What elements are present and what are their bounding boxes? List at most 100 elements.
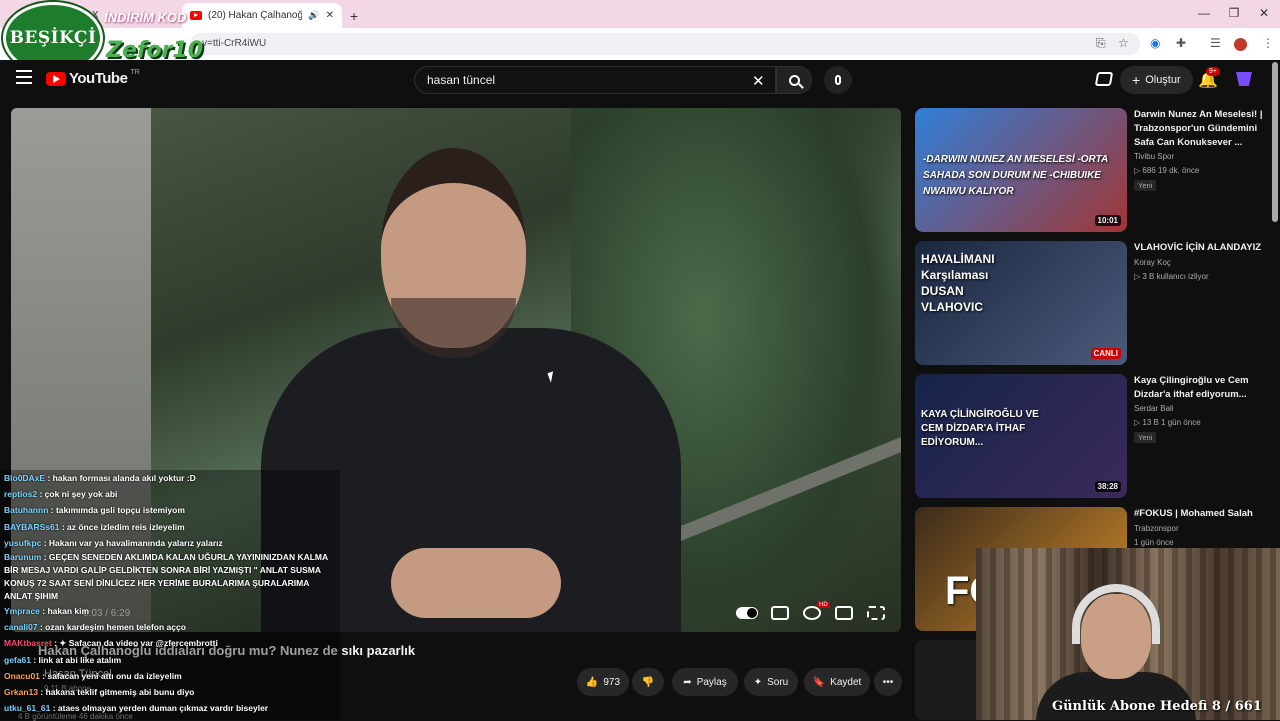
country-code: TR [130, 69, 140, 76]
close-window-icon[interactable]: ✕ [1254, 6, 1274, 20]
fullscreen-icon[interactable] [867, 606, 885, 620]
youtube-header: YouTube TR ✕ + Oluştur 🔔 9+ [0, 60, 1270, 100]
recommendation-item[interactable]: KAYA ÇİLİNGİROĞLU VE CEM DİZDAR'A İTHAF … [913, 374, 1273, 500]
chat-message: yusufkpc : Hakanı var ya havalimanında y… [4, 537, 223, 548]
new-badge: Yeni [1134, 432, 1157, 443]
recommendation-channel[interactable]: Serdar Bali [1134, 404, 1174, 413]
create-button[interactable]: + Oluştur [1120, 66, 1193, 94]
new-badge: Yeni [1134, 180, 1157, 191]
url-text: v=tti-CrR4iWU [202, 38, 267, 49]
chat-message: MAKtbasret : ✦ Safacan da video var @zfe… [4, 638, 218, 649]
voice-search-button[interactable] [824, 66, 852, 94]
recommendation-title[interactable]: VLAHOVİC İÇİN ALANDAYIZ [1134, 241, 1264, 255]
save-label: Kaydet [830, 676, 862, 688]
thumbnail-caption: HAVALİMANI Karşılaması DUSAN VLAHOVIC [921, 252, 995, 314]
recommendation-meta: ▷ 686 19 dk. önce [1134, 166, 1200, 175]
autoplay-toggle[interactable] [736, 607, 758, 619]
like-button[interactable]: 👍 973 [577, 668, 629, 696]
chat-message: Blo0DAxE : hakan forması alanda akıl yok… [4, 473, 196, 483]
share-arrow-icon: ➦ [683, 676, 692, 688]
stream-chat-overlay: Blo0DAxE : hakan forması alanda akıl yok… [0, 470, 340, 720]
more-actions-button[interactable]: ••• [874, 668, 902, 696]
recommendation-meta: ▷ 13 B 1 gün önce [1134, 418, 1201, 427]
youtube-logo[interactable]: YouTube TR [46, 69, 140, 87]
ask-label: Soru [767, 676, 789, 688]
new-tab-button[interactable]: + [342, 3, 364, 28]
duration-badge: 10:01 [1094, 215, 1121, 226]
chat-message: Barunum : GEÇEN SENEDEN AKLIMDA KALAN UĞ… [4, 552, 328, 602]
restore-icon[interactable]: ❐ [1224, 6, 1244, 20]
recommendation-title[interactable]: #FOKUS | Mohamed Salah [1134, 507, 1264, 521]
settings-gear-icon[interactable] [803, 606, 821, 620]
theater-mode-icon[interactable] [835, 606, 853, 620]
subscriber-goal-text: Günlük Abone Hedefi 8 / 661 [1052, 699, 1262, 714]
recommendation-item[interactable]: -DARWIN NUNEZ AN MESELESİ -ORTA SAHADA S… [913, 108, 1273, 234]
ask-button[interactable]: ✦ Soru [744, 668, 798, 696]
recommendation-title[interactable]: Kaya Çilingiroğlu ve Cem Dizdar'a ithaf … [1134, 374, 1264, 402]
youtube-favicon-icon [190, 11, 202, 20]
video-thumbnail[interactable]: KAYA ÇİLİNGİROĞLU VE CEM DİZDAR'A İTHAF … [915, 374, 1127, 498]
recommendation-meta: 1 gün önce [1134, 538, 1174, 547]
recommendation-title[interactable]: Darwin Nunez An Meselesi! | Trabzonspor'… [1134, 108, 1264, 150]
plus-icon: + [1132, 72, 1141, 88]
chat-message: canali07 : ozan kardeşim hemen telefon a… [4, 622, 186, 633]
chat-message: gefa61 : link at abi like atalım [4, 654, 122, 665]
duration-badge: 38:28 [1094, 481, 1121, 492]
chat-message: Grkan13 : hakana teklif gitmemiş abi bun… [4, 687, 195, 698]
close-tab-icon[interactable]: ✕ [326, 10, 334, 21]
subtitles-icon[interactable] [771, 606, 789, 620]
recommendation-meta: ▷ 3 B kullanıcı izliyor [1134, 272, 1209, 281]
youtube-play-icon [46, 71, 66, 86]
thumbnail-caption: KAYA ÇİLİNGİROĞLU VE CEM DİZDAR'A İTHAF … [921, 409, 1039, 448]
chat-message: utku_61_61 : ataes olmayan yerden duman … [4, 703, 269, 714]
microphone-icon [835, 75, 841, 85]
tab-title: (20) Hakan Çalhanoğlu iddi [208, 10, 303, 21]
chat-message: Onacu01 : safacan yeni attı onu da izley… [4, 670, 182, 681]
minimize-icon[interactable]: — [1194, 6, 1214, 20]
recommendation-channel[interactable]: Trabzonspor [1134, 524, 1179, 533]
media-queue-icon[interactable]: ☰ [1210, 36, 1221, 50]
video-thumbnail[interactable]: -DARWIN NUNEZ AN MESELESİ -ORTA SAHADA S… [915, 108, 1127, 232]
recommendation-channel[interactable]: Koray Koç [1134, 258, 1171, 267]
extensions-puzzle-icon[interactable]: ✚ [1176, 36, 1186, 50]
browser-tab-bar: a / X (20) Hakan Çalhanoğlu iddi 🔊 ✕ + —… [0, 0, 1280, 28]
speaker-icon[interactable]: 🔊 [308, 10, 319, 21]
create-spark-icon[interactable] [1094, 72, 1114, 86]
search-button[interactable] [776, 66, 812, 94]
chat-message: Batuhannn : takımımda gsli topçu istemiy… [4, 505, 185, 516]
bookmark-icon: 🔖 [812, 676, 826, 688]
live-badge: CANLI [1090, 348, 1121, 359]
youtube-wordmark: YouTube [69, 70, 128, 87]
share-button[interactable]: ➦ Paylaş [672, 668, 738, 696]
install-app-icon[interactable]: ⎘ [1096, 36, 1106, 51]
bookmark-star-icon[interactable]: ☆ [1118, 36, 1129, 50]
profile-avatar[interactable] [1234, 38, 1247, 51]
clear-search-icon[interactable]: ✕ [752, 72, 765, 90]
sidebar-scrollbar[interactable] [1272, 62, 1278, 222]
search-input[interactable] [414, 66, 776, 94]
browser-menu-icon[interactable]: ⋮ [1262, 36, 1274, 50]
thumbs-up-icon: 👍 [585, 676, 599, 688]
extension-wave-icon[interactable]: ◉ [1150, 36, 1160, 50]
logo-label: BEŞİKÇİ [9, 28, 97, 48]
headphones-icon [1072, 584, 1160, 644]
dislike-button[interactable]: 👎 [632, 668, 664, 696]
thumbnail-caption: -DARWIN NUNEZ AN MESELESİ -ORTA SAHADA S… [923, 154, 1108, 197]
browser-tab-active[interactable]: (20) Hakan Çalhanoğlu iddi 🔊 ✕ [182, 3, 342, 28]
like-count: 973 [603, 676, 621, 688]
thumbs-down-icon: 👎 [641, 676, 655, 688]
hamburger-menu-icon[interactable] [16, 70, 32, 84]
recommendation-item[interactable]: HAVALİMANI Karşılaması DUSAN VLAHOVIC CA… [913, 241, 1273, 367]
chat-message: Ymprace : hakan kim [4, 606, 90, 617]
url-field[interactable]: v=tti-CrR4iWU [190, 33, 1140, 55]
more-dots-icon: ••• [882, 676, 894, 688]
sparkle-icon: ✦ [753, 676, 763, 688]
recommendation-channel[interactable]: Tivibu Spor [1134, 152, 1174, 161]
hd-badge: HD [817, 602, 830, 608]
save-button[interactable]: 🔖 Kaydet [804, 668, 870, 696]
streamer-webcam [976, 548, 1280, 720]
account-avatar[interactable] [1236, 72, 1252, 86]
search-icon [788, 74, 800, 86]
video-thumbnail[interactable]: HAVALİMANI Karşılaması DUSAN VLAHOVIC CA… [915, 241, 1127, 365]
chat-message: BAYBARSs61 : az önce izledim reis izleye… [4, 521, 185, 532]
